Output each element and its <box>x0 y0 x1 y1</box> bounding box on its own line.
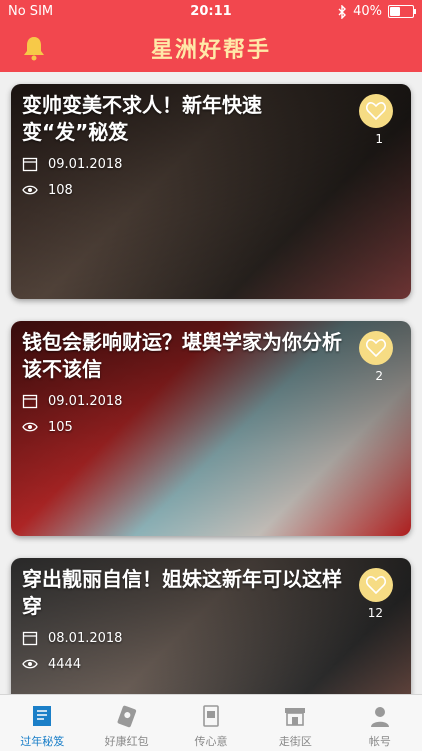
heart-icon <box>366 102 386 120</box>
article-date: 09.01.2018 <box>22 393 122 409</box>
article-views: 4444 <box>22 656 81 672</box>
tab-new-year-tips[interactable]: 过年秘笈 <box>0 695 84 751</box>
article-date: 09.01.2018 <box>22 156 122 172</box>
calendar-icon <box>22 631 38 646</box>
like-button[interactable] <box>359 331 393 365</box>
status-right: 40% <box>338 4 416 19</box>
tab-bar: 过年秘笈 好康红包 传心意 走街区 帐号 <box>0 694 422 751</box>
like-button[interactable] <box>359 94 393 128</box>
tab-streets[interactable]: 走街区 <box>253 695 337 751</box>
bluetooth-icon <box>338 4 347 19</box>
article-card[interactable]: 钱包会影响财运？堪舆学家为你分析该不该信 09.01.2018 105 2 <box>11 321 411 536</box>
book-icon <box>33 706 52 726</box>
red-packet-icon <box>117 705 136 728</box>
heart-icon <box>366 339 386 357</box>
eye-icon <box>22 659 38 669</box>
eye-icon <box>22 185 38 195</box>
tab-send-wishes[interactable]: 传心意 <box>169 695 253 751</box>
heart-icon <box>366 576 386 594</box>
tab-account[interactable]: 帐号 <box>338 695 422 751</box>
nav-bar: 星洲好帮手 <box>0 24 422 72</box>
calendar-icon <box>22 394 38 409</box>
article-views: 105 <box>22 419 73 435</box>
article-views: 108 <box>22 182 73 198</box>
article-card[interactable]: 变帅变美不求人！新年快速变“发”秘笈 09.01.2018 108 1 <box>11 84 411 299</box>
article-date: 08.01.2018 <box>22 630 122 646</box>
article-title: 穿出靓丽自信！姐妹这新年可以这样穿 <box>22 567 342 618</box>
article-title: 变帅变美不求人！新年快速变“发”秘笈 <box>22 93 262 144</box>
like-button[interactable] <box>359 568 393 602</box>
article-title: 钱包会影响财运？堪舆学家为你分析该不该信 <box>22 330 342 381</box>
like-count: 1 <box>375 132 383 146</box>
tab-red-packet[interactable]: 好康红包 <box>84 695 168 751</box>
article-card[interactable]: 穿出靓丽自信！姐妹这新年可以这样穿 08.01.2018 4444 12 <box>11 558 411 694</box>
eye-icon <box>22 422 38 432</box>
shop-icon <box>285 708 306 726</box>
calendar-icon <box>22 157 38 172</box>
battery-icon <box>388 5 416 18</box>
like-count: 12 <box>367 606 383 620</box>
user-icon <box>370 707 389 727</box>
status-bar: No SIM 20:11 40% <box>0 0 422 24</box>
card-icon <box>203 705 219 727</box>
battery-percent: 40% <box>353 4 382 19</box>
article-feed: 变帅变美不求人！新年快速变“发”秘笈 09.01.2018 108 1 钱包会影… <box>0 72 422 694</box>
like-count: 2 <box>375 369 383 383</box>
app-title: 星洲好帮手 <box>150 37 271 63</box>
